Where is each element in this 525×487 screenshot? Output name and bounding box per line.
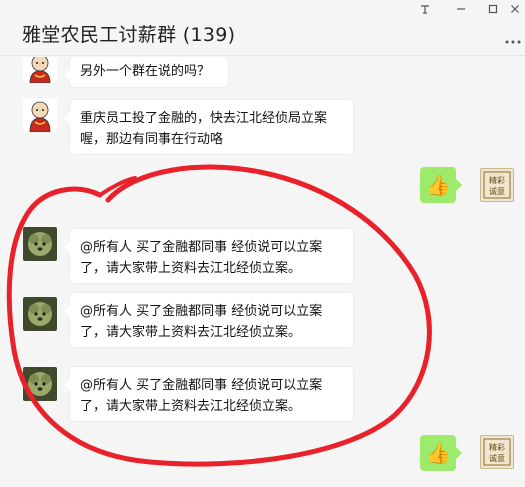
svg-text:精彩: 精彩 — [489, 442, 505, 452]
message-text-line: 重庆员工投了金融的，快去江北经侦局立案 — [80, 111, 328, 126]
message-text: 另外一个群在说的吗？ — [80, 64, 211, 79]
more-options-icon[interactable] — [505, 30, 521, 44]
message-text-line: 了，请大家带上资料去江北经侦立案。 — [80, 261, 302, 276]
pin-icon[interactable] — [416, 3, 434, 17]
message-text-line: @所有人 买了金融都同事 经侦说可以立案 — [80, 240, 323, 255]
dog-avatar[interactable] — [23, 367, 57, 401]
maximize-icon[interactable] — [484, 3, 502, 17]
message-text-line: @所有人 买了金融都同事 经侦说可以立案 — [80, 304, 323, 319]
message-text-line: 喔，那边有同事在行动咯 — [80, 132, 224, 147]
message-text-line: 了，请大家带上资料去江北经侦立案。 — [80, 325, 302, 340]
monk-avatar[interactable] — [23, 98, 57, 132]
close-icon[interactable] — [506, 3, 524, 17]
chat-message-list[interactable]: 另外一个群在说的吗？ 重庆员工投了金融的，快去江北经侦局立案 喔，那边有同事在行… — [0, 57, 525, 487]
message-bubble[interactable]: @所有人 买了金融都同事 经侦说可以立案 了，请大家带上资料去江北经侦立案。 — [64, 229, 353, 283]
self-message-bubble[interactable]: 👍 — [420, 167, 462, 203]
message-text-line: @所有人 买了金融都同事 经侦说可以立案 — [80, 378, 323, 393]
message-bubble[interactable]: @所有人 买了金融都同事 经侦说可以立案 了，请大家带上资料去江北经侦立案。 — [64, 367, 353, 421]
minimize-icon[interactable] — [452, 3, 470, 17]
thumbs-up-icon: 👍 — [425, 441, 451, 465]
seal-avatar[interactable]: 精彩 诚意 — [480, 435, 514, 469]
svg-text:精彩: 精彩 — [489, 175, 505, 185]
monk-avatar[interactable] — [23, 57, 57, 83]
svg-text:诚意: 诚意 — [489, 453, 505, 463]
chat-title: 雅堂农民工讨薪群 (139) — [22, 24, 236, 46]
dog-avatar[interactable] — [23, 297, 57, 331]
message-bubble[interactable]: 重庆员工投了金融的，快去江北经侦局立案 喔，那边有同事在行动咯 — [64, 100, 353, 154]
message-bubble[interactable]: 另外一个群在说的吗？ — [64, 57, 228, 87]
seal-avatar[interactable]: 精彩 诚意 — [480, 168, 514, 202]
svg-text:诚意: 诚意 — [489, 186, 505, 196]
self-message-bubble[interactable]: 👍 — [420, 435, 462, 471]
message-bubble[interactable]: @所有人 买了金融都同事 经侦说可以立案 了，请大家带上资料去江北经侦立案。 — [64, 293, 353, 347]
title-bar: 雅堂农民工讨薪群 (139) — [0, 0, 525, 56]
dog-avatar[interactable] — [23, 227, 57, 261]
message-text-line: 了，请大家带上资料去江北经侦立案。 — [80, 399, 302, 414]
thumbs-up-icon: 👍 — [425, 173, 451, 197]
